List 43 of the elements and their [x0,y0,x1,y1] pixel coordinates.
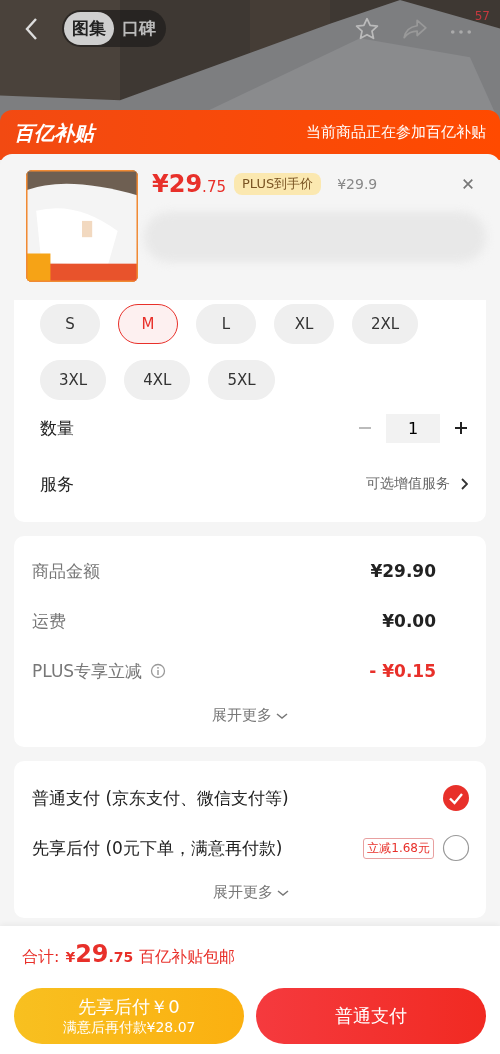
notification-count: 57 [474,8,490,23]
pay-button[interactable]: 普通支付 [256,988,486,1044]
discount-tag: 立减1.68元 [363,837,434,859]
summary-label: 商品金额 [32,559,100,583]
total-price: ¥29.75 [65,940,134,968]
banner-note: 当前商品正在参加百亿补贴 [306,123,486,142]
quantity-label: 数量 [40,416,75,440]
service-link[interactable]: 可选增值服务 [366,475,450,493]
summary-label: 运费 [32,609,66,633]
size-option[interactable]: 4XL [124,360,191,400]
size-option[interactable]: 3XL [40,360,107,400]
nav-tab[interactable]: 口碑 [114,12,164,45]
size-option[interactable]: L [196,304,256,344]
size-option[interactable]: XL [274,304,334,344]
expand-more-link[interactable]: 展开更多 [212,706,272,725]
chevron-down-icon[interactable] [277,888,289,897]
summary-value: ¥0.00 [382,611,436,631]
price: ¥29.75 [152,170,226,198]
chevron-icon[interactable] [460,478,468,490]
service-label: 服务 [40,472,75,496]
shipping-note: 百亿补贴包邮 [139,947,236,968]
total-label: 合计: [22,947,60,968]
summary-value: - ¥0.15 [369,661,436,681]
info-icon[interactable] [150,663,167,679]
quantity-field[interactable]: 1 [386,413,440,443]
star-icon[interactable] [354,15,380,42]
payment-option[interactable]: 先享后付 (0元下单，满意再付款) [32,836,283,860]
expand-more-link[interactable]: 展开更多 [213,883,273,902]
back-icon[interactable] [24,16,38,41]
price-tag: PLUS到手价 [233,173,322,195]
size-option[interactable]: 5XL [208,360,275,400]
original-price: ¥29.9 [337,176,378,192]
size-option[interactable]: S [40,304,100,344]
chevron-down-icon[interactable] [276,711,288,720]
payment-option[interactable]: 普通支付 (京东支付、微信支付等) [32,786,289,810]
size-option[interactable]: M [118,304,178,344]
size-option[interactable]: 2XL [352,304,419,344]
summary-value: ¥29.90 [370,561,436,581]
plus-icon[interactable] [454,421,468,435]
summary-label: PLUS专享立减 [32,659,143,683]
close-icon[interactable] [462,178,474,190]
radio-button[interactable] [442,834,470,862]
radio-button[interactable] [442,784,470,812]
